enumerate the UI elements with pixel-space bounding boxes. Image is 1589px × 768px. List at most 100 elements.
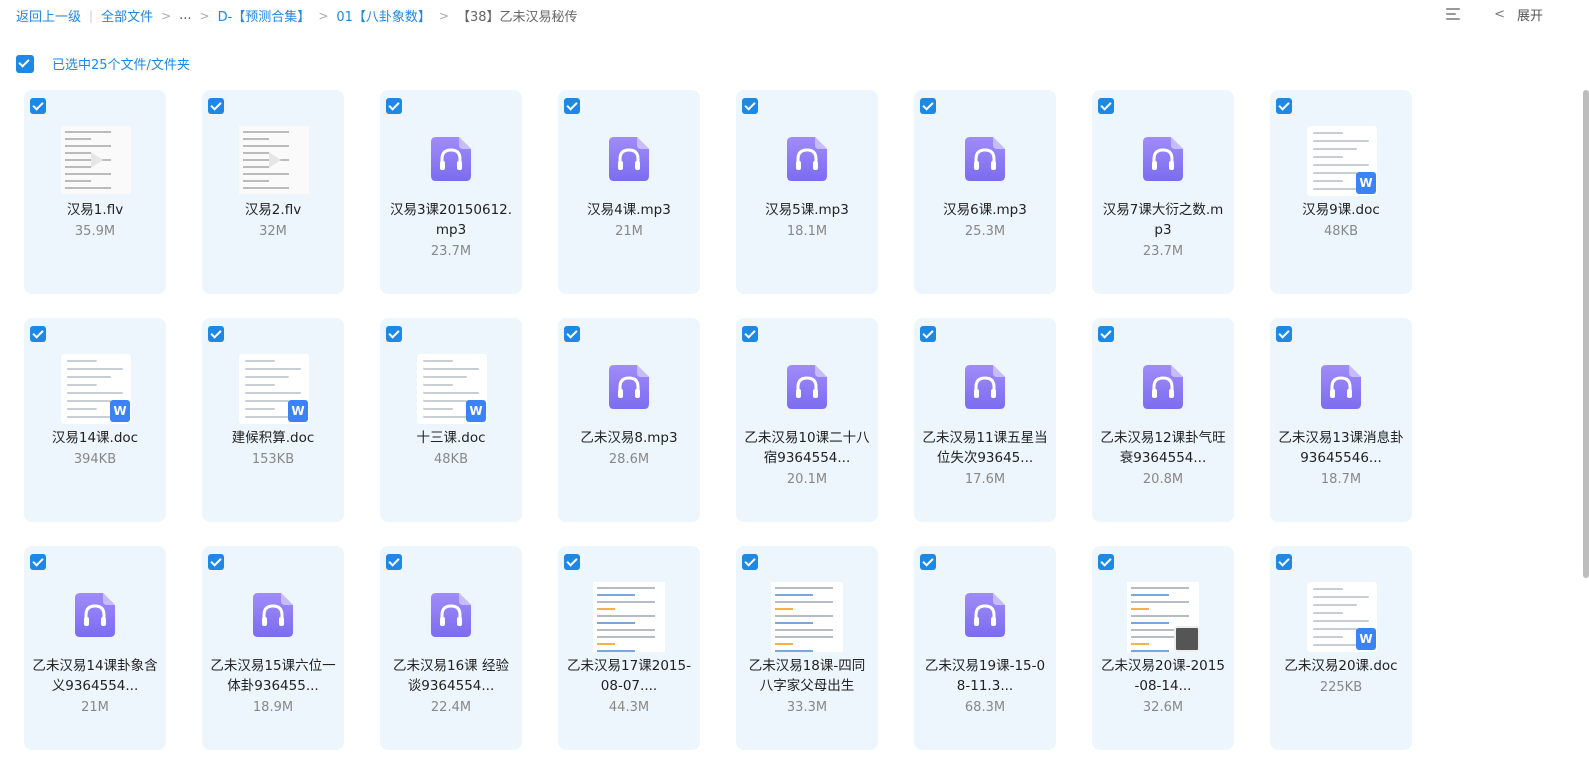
file-size: 22.4M	[430, 700, 472, 715]
video-preview	[61, 126, 131, 194]
file-card[interactable]: 汉易4课.mp3 21M	[558, 90, 700, 294]
file-size: 18.9M	[252, 700, 294, 715]
file-thumbnail	[558, 318, 700, 428]
file-name: 乙未汉易13课消息卦93645546...	[1278, 430, 1404, 466]
top-bar: 返回上一级 | 全部文件 > ... > D-【预测合集】 > 01【八卦象数】…	[0, 0, 1589, 30]
selection-bar: 已选中25个文件/文件夹	[16, 54, 190, 73]
chevron-right-icon: >	[438, 8, 449, 23]
file-thumbnail	[914, 318, 1056, 428]
image-badge-icon	[1174, 626, 1200, 652]
file-name: 乙未汉易19课-15-08-11.3...	[924, 658, 1046, 694]
file-size: 17.6M	[964, 472, 1006, 487]
headphones-file-icon	[609, 137, 649, 181]
file-card[interactable]: 汉易6课.mp3 25.3M	[914, 90, 1056, 294]
file-name: 汉易3课20150612.mp3	[389, 202, 513, 238]
file-thumbnail	[24, 90, 166, 200]
headphones-file-icon	[253, 593, 293, 637]
file-card[interactable]: W 十三课.doc 48KB	[380, 318, 522, 522]
file-card[interactable]: 乙未汉易17课2015-08-07.... 44.3M	[558, 546, 700, 750]
headphones-file-icon	[965, 137, 1005, 181]
file-card[interactable]: 汉易7课大衍之数.mp3 23.7M	[1092, 90, 1234, 294]
file-name: 乙未汉易10课二十八宿9364554...	[744, 430, 870, 466]
file-name: 乙未汉易16课 经验谈9364554...	[393, 658, 509, 694]
file-card[interactable]: W 建候积算.doc 153KB	[202, 318, 344, 522]
breadcrumb-all-files[interactable]: 全部文件	[101, 6, 153, 25]
word-doc-icon: W	[466, 400, 486, 422]
headphones-file-icon	[75, 593, 115, 637]
file-size: 23.7M	[430, 244, 472, 259]
file-name: 汉易6课.mp3	[943, 202, 1027, 218]
file-thumbnail	[1092, 90, 1234, 200]
file-name: 乙未汉易14课卦象含义9364554...	[32, 658, 158, 694]
file-card[interactable]: 汉易3课20150612.mp3 23.7M	[380, 90, 522, 294]
file-card[interactable]: 乙未汉易19课-15-08-11.3... 68.3M	[914, 546, 1056, 750]
file-size: 21M	[615, 224, 643, 239]
file-card[interactable]: 乙未汉易18课-四同八字家父母出生 33.3M	[736, 546, 878, 750]
word-doc-icon: W	[110, 400, 130, 422]
video-preview	[239, 126, 309, 194]
file-size: 32M	[259, 224, 287, 239]
back-link[interactable]: 返回上一级	[16, 6, 81, 25]
breadcrumb-bagua[interactable]: 01【八卦象数】	[336, 6, 431, 25]
expand-button[interactable]: 展开	[1517, 5, 1543, 24]
file-card[interactable]: 乙未汉易13课消息卦93645546... 18.7M	[1270, 318, 1412, 522]
file-card[interactable]: 乙未汉易20课-2015-08-14... 32.6M	[1092, 546, 1234, 750]
list-view-icon[interactable]	[1446, 8, 1461, 21]
file-size: 48KB	[1324, 224, 1358, 239]
headphones-file-icon	[965, 365, 1005, 409]
file-card[interactable]: 乙未汉易10课二十八宿9364554... 20.1M	[736, 318, 878, 522]
file-size: 68.3M	[964, 700, 1006, 715]
selection-count: 已选中25个文件/文件夹	[52, 58, 190, 73]
file-thumbnail	[558, 546, 700, 656]
file-card[interactable]: 汉易1.flv 35.9M	[24, 90, 166, 294]
select-all-checkbox[interactable]	[16, 54, 34, 73]
scrollbar[interactable]	[1583, 90, 1589, 578]
file-thumbnail	[914, 90, 1056, 200]
image-preview	[771, 582, 843, 652]
file-card[interactable]: 乙未汉易15课六位一体卦936455... 18.9M	[202, 546, 344, 750]
file-size: 21M	[81, 700, 109, 715]
file-thumbnail: W	[1270, 90, 1412, 200]
file-size: 23.7M	[1142, 244, 1184, 259]
file-name: 建候积算.doc	[231, 430, 315, 446]
file-thumbnail	[380, 90, 522, 200]
breadcrumb-prediction[interactable]: D-【预测合集】	[218, 6, 311, 25]
file-thumbnail	[1092, 546, 1234, 656]
file-card[interactable]: 乙未汉易14课卦象含义9364554... 21M	[24, 546, 166, 750]
file-size: 394KB	[73, 452, 117, 467]
headphones-file-icon	[1321, 365, 1361, 409]
breadcrumb: 返回上一级 | 全部文件 > ... > D-【预测合集】 > 01【八卦象数】…	[16, 6, 578, 25]
file-card[interactable]: 乙未汉易16课 经验谈9364554... 22.4M	[380, 546, 522, 750]
headphones-file-icon	[431, 137, 471, 181]
file-thumbnail: W	[1270, 546, 1412, 656]
file-thumbnail	[558, 90, 700, 200]
chevron-right-icon: >	[161, 8, 172, 23]
file-card[interactable]: 乙未汉易11课五星当位失次93645... 17.6M	[914, 318, 1056, 522]
file-name: 乙未汉易17课2015-08-07....	[567, 658, 691, 694]
file-thumbnail: W	[24, 318, 166, 428]
file-size: 20.8M	[1142, 472, 1184, 487]
file-card[interactable]: 乙未汉易12课卦气旺衰9364554... 20.8M	[1092, 318, 1234, 522]
file-size: 20.1M	[786, 472, 828, 487]
file-card[interactable]: 汉易5课.mp3 18.1M	[736, 90, 878, 294]
headphones-file-icon	[1143, 365, 1183, 409]
headphones-file-icon	[609, 365, 649, 409]
file-grid: 汉易1.flv 35.9M 汉易2.flv 32M 汉易3课20150612.mp3 23…	[24, 90, 1412, 750]
headphones-file-icon	[431, 593, 471, 637]
file-name: 汉易1.flv	[66, 202, 124, 218]
file-card[interactable]: W 汉易14课.doc 394KB	[24, 318, 166, 522]
chevron-left-icon[interactable]: <	[1494, 7, 1505, 22]
breadcrumb-ellipsis[interactable]: ...	[179, 8, 191, 23]
file-size: 33.3M	[786, 700, 828, 715]
file-card[interactable]: W 乙未汉易20课.doc 225KB	[1270, 546, 1412, 750]
file-card[interactable]: W 汉易9课.doc 48KB	[1270, 90, 1412, 294]
file-card[interactable]: 乙未汉易8.mp3 28.6M	[558, 318, 700, 522]
image-preview	[593, 582, 665, 652]
file-thumbnail	[202, 546, 344, 656]
file-size: 18.1M	[786, 224, 828, 239]
file-thumbnail: W	[202, 318, 344, 428]
file-card[interactable]: 汉易2.flv 32M	[202, 90, 344, 294]
file-thumbnail	[914, 546, 1056, 656]
file-thumbnail	[1092, 318, 1234, 428]
file-name: 乙未汉易20课.doc	[1284, 658, 1398, 674]
